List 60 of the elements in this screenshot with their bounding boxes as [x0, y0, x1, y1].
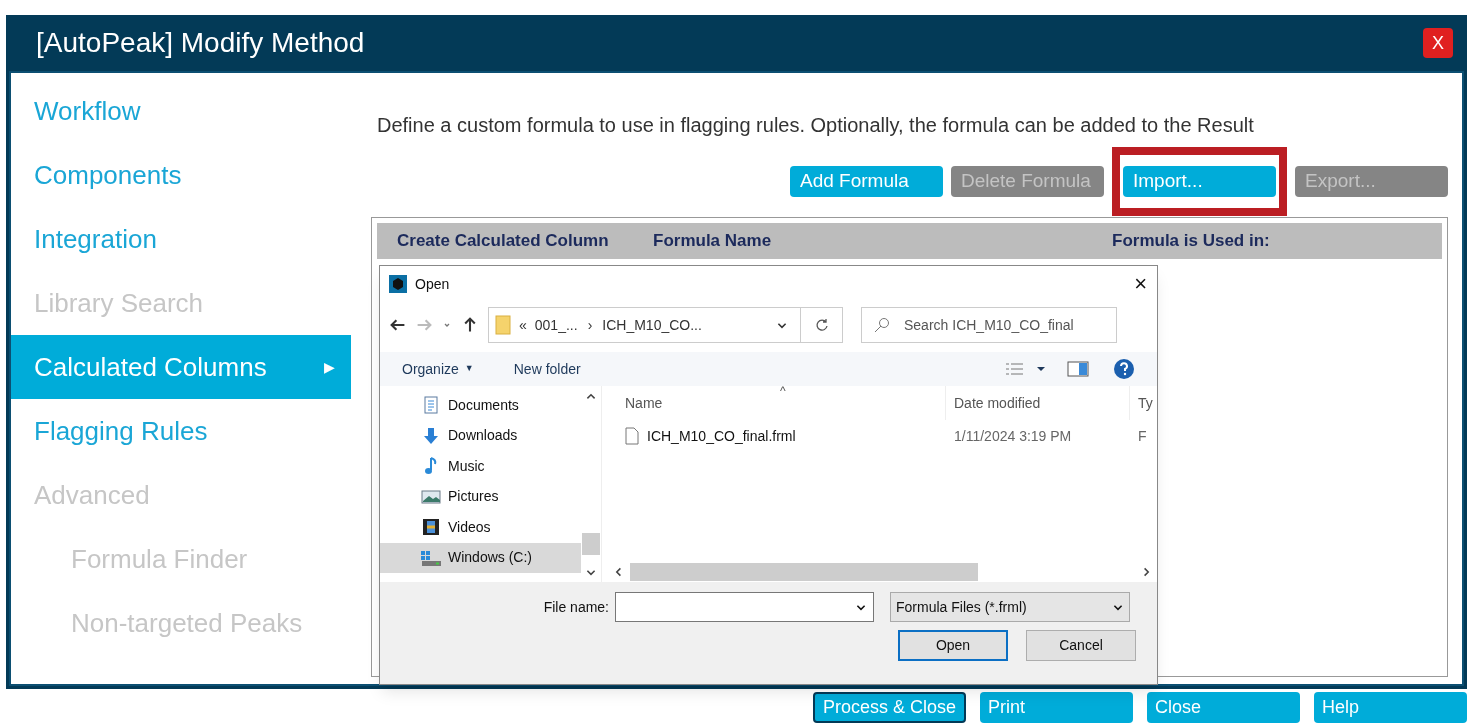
file-name: ICH_M10_CO_final.frml [647, 426, 796, 446]
folder-tree-item[interactable]: Downloads [380, 420, 581, 451]
new-folder-button[interactable]: New folder [513, 358, 581, 380]
picture-icon [421, 488, 441, 505]
close-button[interactable]: × [1134, 273, 1147, 295]
window-title: [AutoPeak] Modify Method [36, 26, 365, 60]
window-close-button[interactable]: X [1423, 28, 1453, 58]
search-icon [874, 317, 890, 333]
organize-menu[interactable]: Organize ▼ [402, 358, 474, 380]
column-header: Formula Name [653, 230, 773, 253]
file-name-field[interactable] [615, 592, 874, 622]
help-icon[interactable] [1113, 358, 1135, 380]
folder-label: Music [448, 456, 485, 476]
path-segment[interactable]: ICH_M10_CO... [602, 314, 702, 336]
column-header: Create Calculated Column [396, 230, 610, 253]
sort-caret-icon: ^ [780, 386, 786, 400]
file-type-select[interactable]: Formula Files (*.frml) [890, 592, 1130, 622]
app-icon [389, 275, 407, 293]
folder-tree-item[interactable]: Windows (C:) [380, 542, 581, 573]
folder-tree-item[interactable]: Music [380, 451, 581, 482]
caret-icon: ▼ [464, 362, 474, 376]
film-icon [422, 518, 440, 537]
folder-label: Videos [448, 517, 491, 537]
file-icon [625, 427, 639, 445]
column-header: Formula is Used in: [1112, 230, 1270, 253]
refresh-icon[interactable] [814, 318, 829, 332]
address-bar[interactable]: « 001_... › ICH_M10_CO... [488, 307, 843, 343]
path-segment[interactable]: 001_... [534, 314, 578, 336]
folder-label: Windows (C:) [448, 548, 532, 568]
file-date: 1/11/2024 3:19 PM [953, 426, 1073, 446]
up-icon[interactable] [462, 317, 478, 333]
column-header[interactable]: Date modified [946, 386, 1130, 420]
file-type: F [1137, 426, 1147, 446]
path-separator: › [587, 315, 593, 335]
drive-icon [420, 548, 442, 567]
folder-tree-item[interactable]: Documents [380, 390, 581, 421]
column-header[interactable]: Ty [1130, 392, 1153, 414]
search-field[interactable]: Search ICH_M10_CO_final [861, 307, 1117, 343]
music-note-icon [424, 457, 438, 476]
back-icon[interactable] [390, 317, 406, 333]
folder-tree-item[interactable]: Pictures [380, 481, 581, 512]
arrow-icon: ▶ [324, 356, 335, 378]
folder-label: Pictures [448, 487, 499, 507]
description-text: Define a custom formula to use in flagging rules. Optionally, the formula can be added to the Result [376, 113, 1255, 138]
search-input[interactable]: Search ICH_M10_CO_final [904, 314, 1104, 336]
folder-tree-item[interactable]: Videos [380, 512, 581, 543]
preview-pane-icon[interactable] [1067, 361, 1089, 377]
folder-label: Downloads [448, 426, 518, 446]
path-prefix: « [519, 315, 527, 335]
scrollbar-thumb[interactable] [630, 563, 978, 581]
dialog-button[interactable]: Cancel [1026, 630, 1136, 661]
folder-label: Documents [448, 395, 519, 415]
dialog-title: Open [415, 274, 451, 294]
dialog-button[interactable]: Open [898, 630, 1008, 661]
document-icon [423, 396, 439, 415]
scrollbar-thumb[interactable] [582, 533, 600, 555]
folder-icon [495, 315, 511, 335]
file-name-label: File name: [542, 597, 610, 617]
download-icon [422, 426, 440, 445]
file-row[interactable]: ICH_M10_CO_final.frml 1/11/2024 3:19 PM F [612, 420, 1157, 452]
